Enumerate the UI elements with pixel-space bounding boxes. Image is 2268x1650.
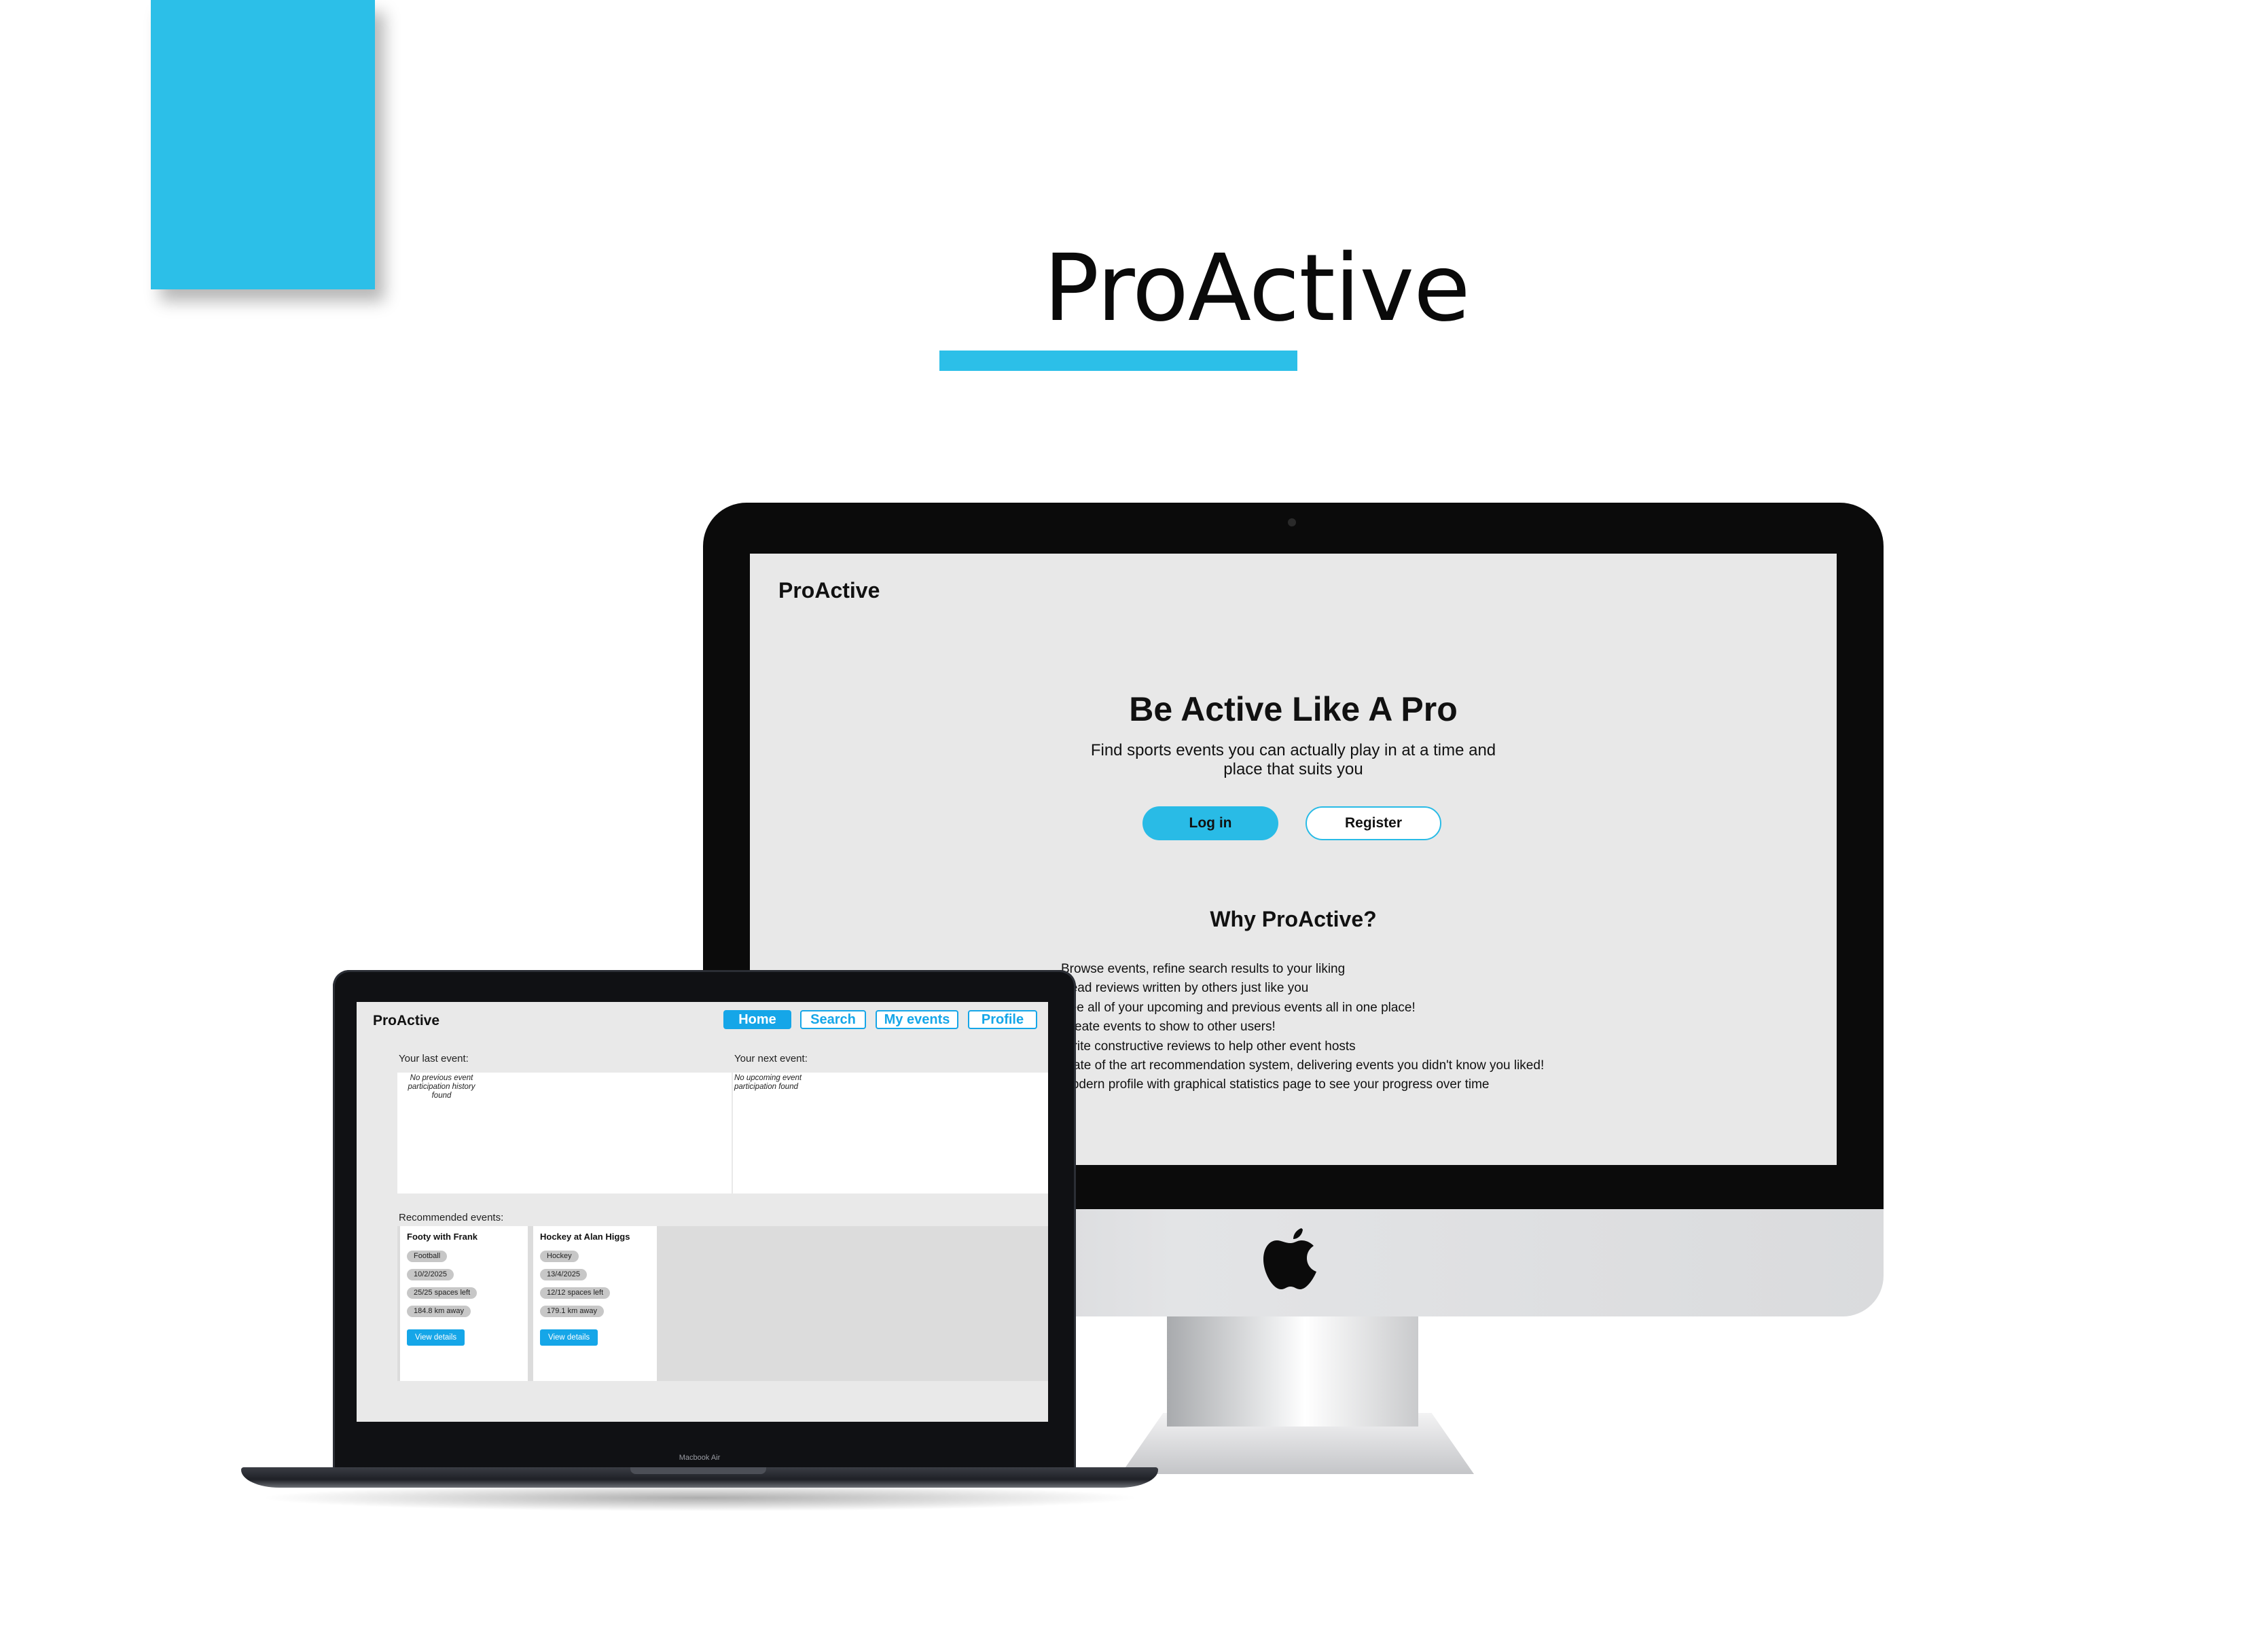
last-event-panel: No previous event participation history …	[397, 1073, 732, 1194]
next-event-panel: No upcoming event participation found	[733, 1073, 1048, 1194]
login-button[interactable]: Log in	[1142, 806, 1278, 840]
recommended-label: Recommended events:	[399, 1212, 504, 1223]
page-title: ProActive	[1043, 235, 1470, 342]
feature-item: Read reviews written by others just like…	[1061, 981, 1309, 996]
view-details-button[interactable]: View details	[540, 1329, 598, 1346]
recommended-events-list: Footy with Frank Football 10/2/2025 25/2…	[397, 1226, 1048, 1381]
hero-subtitle: Find sports events you can actually play…	[1056, 741, 1531, 779]
next-event-label: Your next event:	[734, 1053, 808, 1064]
feature-item: Create events to show to other users!	[1061, 1020, 1276, 1035]
last-event-label: Your last event:	[399, 1053, 469, 1064]
register-button[interactable]: Register	[1306, 806, 1441, 840]
site-logo[interactable]: ProActive	[778, 578, 880, 603]
feature-item: Browse events, refine search results to …	[1061, 962, 1346, 976]
feature-item: Write constructive reviews to help other…	[1061, 1039, 1356, 1054]
feature-item: State of the art recommendation system, …	[1061, 1058, 1545, 1073]
hero-title: Be Active Like A Pro	[1129, 690, 1458, 728]
feature-item: Modern profile with graphical statistics…	[1061, 1077, 1490, 1092]
event-date-badge: 10/2/2025	[407, 1269, 454, 1280]
title-underline	[939, 351, 1297, 371]
event-date-badge: 13/4/2025	[540, 1269, 587, 1280]
hero-subtitle-line: Find sports events you can actually play…	[1090, 741, 1496, 759]
event-sport-badge: Hockey	[540, 1251, 579, 1262]
event-title: Hockey at Alan Higgs	[540, 1232, 630, 1242]
macbook-model-label: Macbook Air	[679, 1454, 721, 1462]
feature-item: See all of your upcoming and previous ev…	[1061, 1000, 1416, 1015]
event-card: Footy with Frank Football 10/2/2025 25/2…	[400, 1226, 528, 1381]
last-event-empty-text: No previous event participation history …	[408, 1074, 475, 1100]
event-sport-badge: Football	[407, 1251, 448, 1262]
apple-icon	[1263, 1228, 1316, 1289]
macbook-shadow	[258, 1484, 1141, 1511]
view-details-button[interactable]: View details	[407, 1329, 465, 1346]
macbook-screen: ProActive Home Search My events Profile …	[357, 1002, 1048, 1422]
event-spaces-badge: 12/12 spaces left	[540, 1287, 611, 1299]
macbook-notch	[630, 1467, 766, 1474]
why-heading: Why ProActive?	[1210, 907, 1377, 931]
hero-subtitle-line: place that suits you	[1223, 760, 1363, 778]
camera-icon	[1288, 518, 1296, 526]
event-distance-badge: 184.8 km away	[407, 1306, 471, 1317]
event-distance-badge: 179.1 km away	[540, 1306, 604, 1317]
event-spaces-badge: 25/25 spaces left	[407, 1287, 478, 1299]
tab-search[interactable]: Search	[800, 1010, 866, 1029]
tab-home[interactable]: Home	[723, 1010, 791, 1029]
imac-stand-neck	[1167, 1304, 1418, 1427]
event-title: Footy with Frank	[407, 1232, 478, 1242]
tab-profile[interactable]: Profile	[968, 1010, 1037, 1029]
event-card: Hockey at Alan Higgs Hockey 13/4/2025 12…	[533, 1226, 657, 1381]
site-logo[interactable]: ProActive	[373, 1013, 439, 1029]
tab-my-events[interactable]: My events	[876, 1010, 958, 1029]
accent-block	[151, 0, 375, 289]
next-event-empty-text: No upcoming event participation found	[734, 1074, 802, 1091]
feature-list: Browse events, refine search results to …	[1061, 960, 1672, 1095]
